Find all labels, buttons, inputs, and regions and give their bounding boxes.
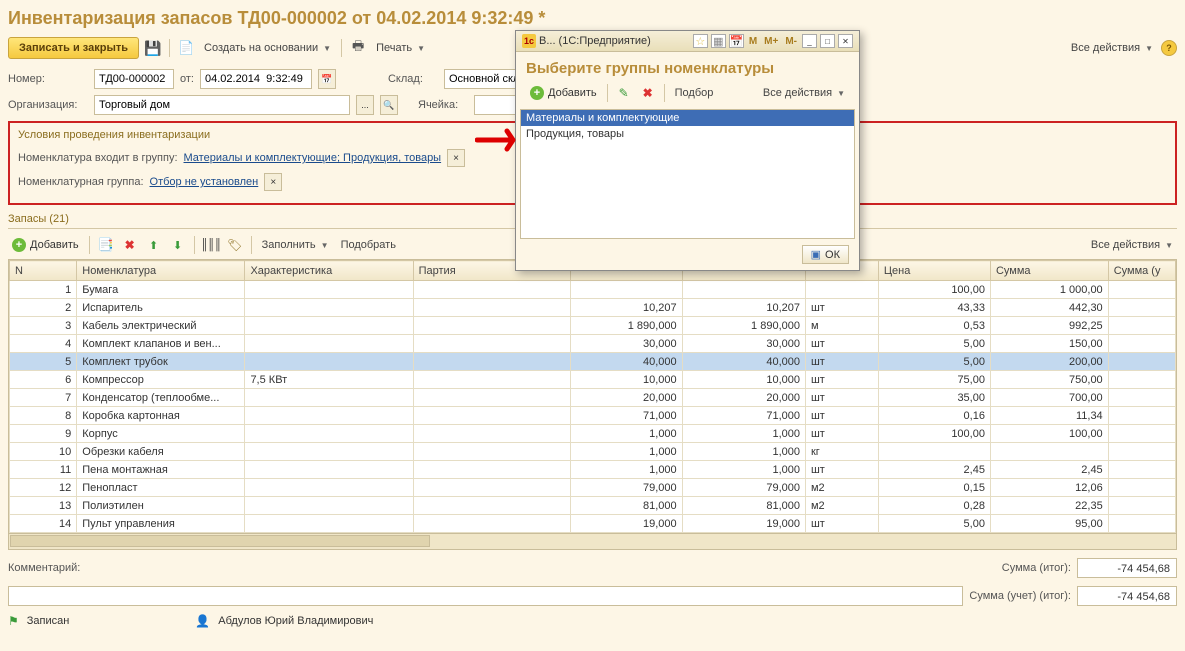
- table-row[interactable]: 10Обрезки кабеля1,0001,000кг: [10, 443, 1176, 461]
- col-characteristic[interactable]: Характеристика: [245, 261, 413, 281]
- org-select-icon[interactable]: ...: [356, 95, 374, 115]
- org-open-icon[interactable]: 🔍: [380, 95, 398, 115]
- m-plus-button[interactable]: M+: [762, 36, 780, 47]
- status-flag-icon: ⚑: [8, 614, 19, 628]
- status-user: Абдулов Юрий Владимирович: [218, 615, 373, 627]
- table-row[interactable]: 8Коробка картонная71,00071,000шт0,1611,3…: [10, 407, 1176, 425]
- nom-in-group-link[interactable]: Материалы и комплектующие; Продукция, то…: [184, 152, 442, 164]
- table-row[interactable]: 6Компрессор7,5 КВт10,00010,000шт75,00750…: [10, 371, 1176, 389]
- close-icon[interactable]: ✕: [838, 34, 853, 48]
- dialog-add-button[interactable]: +Добавить: [526, 84, 601, 102]
- table-row[interactable]: 1Бумага100,001 000,00: [10, 281, 1176, 299]
- dialog-ok-button[interactable]: ▣ОК: [802, 245, 849, 264]
- table-row[interactable]: 9Корпус1,0001,000шт100,00100,00: [10, 425, 1176, 443]
- comment-input[interactable]: [8, 586, 963, 606]
- col-sum[interactable]: Сумма: [990, 261, 1108, 281]
- col-nomenclature[interactable]: Номенклатура: [77, 261, 245, 281]
- plus-icon: +: [12, 238, 26, 252]
- org-label: Организация:: [8, 99, 88, 111]
- dialog-delete-icon[interactable]: ✖: [638, 83, 658, 103]
- table-row[interactable]: 12Пенопласт79,00079,000м20,1512,06: [10, 479, 1176, 497]
- table-row[interactable]: 7Конденсатор (теплообме...20,00020,000шт…: [10, 389, 1176, 407]
- status-written: Записан: [27, 615, 70, 627]
- list-item[interactable]: Продукция, товары: [521, 126, 854, 142]
- table-row[interactable]: 3Кабель электрический1 890,0001 890,000м…: [10, 317, 1176, 335]
- nom-in-group-clear-icon[interactable]: ×: [447, 149, 465, 167]
- col-price[interactable]: Цена: [878, 261, 990, 281]
- barcode-icon[interactable]: ║║║: [201, 235, 221, 255]
- table-row[interactable]: 2Испаритель10,20710,207шт43,33442,30: [10, 299, 1176, 317]
- print-button[interactable]: Печать▼: [372, 42, 429, 54]
- nom-in-group-label: Номенклатура входит в группу:: [18, 152, 178, 164]
- status-bar: ⚑ Записан 👤 Абдулов Юрий Владимирович: [8, 614, 1177, 628]
- tag-icon[interactable]: 🏷: [225, 235, 245, 255]
- add-row-button[interactable]: +Добавить: [8, 236, 83, 254]
- nom-group-label: Номенклатурная группа:: [18, 176, 144, 188]
- dialog-all-actions-button[interactable]: Все действия▼: [759, 87, 849, 99]
- dialog-select-button[interactable]: Подбор: [671, 87, 718, 99]
- app-icon: 1c: [522, 34, 536, 48]
- col-n[interactable]: N: [10, 261, 77, 281]
- date-input[interactable]: [200, 69, 312, 89]
- total-label: Сумма (итог):: [1002, 562, 1071, 574]
- group-select-dialog: 1c В... (1С:Предприятие) ☆ ▦ 📅 M M+ M- _…: [515, 30, 860, 271]
- m-button[interactable]: M: [747, 36, 759, 47]
- help-icon[interactable]: ?: [1161, 40, 1177, 56]
- date-picker-icon[interactable]: 📅: [318, 69, 336, 89]
- dialog-edit-icon[interactable]: ✎: [614, 83, 634, 103]
- save-icon[interactable]: 💾: [143, 38, 163, 58]
- number-input[interactable]: [94, 69, 174, 89]
- nom-group-link[interactable]: Отбор не установлен: [150, 176, 259, 188]
- table-row[interactable]: 13Полиэтилен81,00081,000м20,2822,35: [10, 497, 1176, 515]
- stock-grid: N Номенклатура Характеристика Партия Цен…: [8, 259, 1177, 534]
- calendar-icon[interactable]: 📅: [729, 34, 744, 48]
- total-acc-value: -74 454,68: [1077, 586, 1177, 606]
- m-minus-button[interactable]: M-: [783, 36, 799, 47]
- fill-button[interactable]: Заполнить▼: [258, 239, 333, 251]
- ok-icon: ▣: [811, 248, 821, 261]
- table-row[interactable]: 4Комплект клапанов и вен...30,00030,000ш…: [10, 335, 1176, 353]
- total-acc-label: Сумма (учет) (итог):: [969, 590, 1071, 602]
- favorite-icon[interactable]: ☆: [693, 34, 708, 48]
- calc-icon[interactable]: ▦: [711, 34, 726, 48]
- dialog-list[interactable]: Материалы и комплектующие Продукция, тов…: [520, 109, 855, 239]
- print-icon[interactable]: 🖶: [348, 38, 368, 58]
- page-title: Инвентаризация запасов ТД00-000002 от 04…: [8, 8, 1177, 29]
- dialog-toolbar: +Добавить ✎ ✖ Подбор Все действия▼: [516, 81, 859, 109]
- warehouse-label: Склад:: [388, 73, 438, 85]
- dialog-window-title: В... (1С:Предприятие): [539, 35, 651, 47]
- comment-label: Комментарий:: [8, 562, 80, 574]
- user-icon: 👤: [195, 614, 210, 628]
- maximize-icon[interactable]: □: [820, 34, 835, 48]
- based-on-icon[interactable]: 📄: [176, 38, 196, 58]
- list-item[interactable]: Материалы и комплектующие: [521, 110, 854, 126]
- org-input[interactable]: [94, 95, 350, 115]
- table-row[interactable]: 11Пена монтажная1,0001,000шт2,452,45: [10, 461, 1176, 479]
- cell-label: Ячейка:: [418, 99, 468, 111]
- delete-row-icon[interactable]: ✖: [120, 235, 140, 255]
- from-label: от:: [180, 73, 194, 85]
- minimize-icon[interactable]: _: [802, 34, 817, 48]
- move-down-icon[interactable]: ⬇: [168, 235, 188, 255]
- move-up-icon[interactable]: ⬆: [144, 235, 164, 255]
- dialog-titlebar[interactable]: 1c В... (1С:Предприятие) ☆ ▦ 📅 M M+ M- _…: [516, 31, 859, 52]
- copy-row-icon[interactable]: 📑: [96, 235, 116, 255]
- nom-group-clear-icon[interactable]: ×: [264, 173, 282, 191]
- plus-icon: +: [530, 86, 544, 100]
- total-value: -74 454,68: [1077, 558, 1177, 578]
- select-button[interactable]: Подобрать: [337, 239, 400, 251]
- number-label: Номер:: [8, 73, 88, 85]
- all-actions-button[interactable]: Все действия▼: [1067, 42, 1157, 54]
- create-based-on-button[interactable]: Создать на основании▼: [200, 42, 335, 54]
- table-row[interactable]: 5Комплект трубок40,00040,000шт5,00200,00: [10, 353, 1176, 371]
- dialog-header: Выберите группы номенклатуры: [516, 52, 859, 81]
- table-all-actions-button[interactable]: Все действия▼: [1087, 239, 1177, 251]
- save-close-button[interactable]: Записать и закрыть: [8, 37, 139, 59]
- horizontal-scrollbar[interactable]: [8, 534, 1177, 550]
- col-sum-u[interactable]: Сумма (у: [1108, 261, 1175, 281]
- table-row[interactable]: 14Пульт управления19,00019,000шт5,0095,0…: [10, 515, 1176, 533]
